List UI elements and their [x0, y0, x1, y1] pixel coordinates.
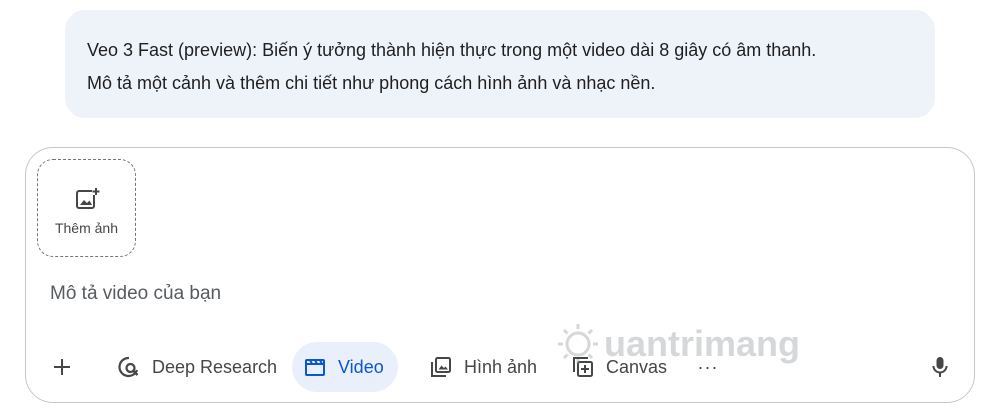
video-prompt-input[interactable] [50, 278, 930, 310]
composer-toolbar: Deep Research Video Hình ảnh Canvas ··· [26, 342, 974, 392]
add-photo-icon [75, 187, 100, 209]
deep-research-icon [118, 356, 139, 378]
more-tools-button[interactable]: ··· [688, 342, 728, 392]
add-photo-button[interactable]: Thêm ảnh [37, 159, 136, 257]
plus-icon [54, 359, 70, 375]
video-label: Video [338, 356, 384, 377]
add-photo-label: Thêm ảnh [54, 220, 119, 236]
clapperboard-icon [305, 359, 325, 376]
info-line-2: Mô tả một cảnh và thêm chi tiết như phon… [87, 73, 656, 93]
deep-research-button[interactable]: Deep Research [106, 342, 289, 392]
add-attachment-button[interactable] [42, 342, 82, 392]
microphone-button[interactable] [922, 342, 958, 392]
image-stack-icon [431, 357, 451, 377]
microphone-icon [932, 357, 948, 377]
image-tool-button[interactable]: Hình ảnh [418, 342, 549, 392]
more-label: ··· [697, 356, 719, 377]
image-label: Hình ảnh [464, 356, 538, 377]
canvas-tool-button[interactable]: Canvas [560, 342, 679, 392]
page: Veo 3 Fast (preview): Biến ý tưởng thành… [0, 0, 990, 411]
video-tool-button[interactable]: Video [292, 342, 398, 392]
canvas-label: Canvas [606, 356, 668, 377]
veo-info-bubble: Veo 3 Fast (preview): Biến ý tưởng thành… [65, 10, 935, 118]
canvas-icon [573, 357, 593, 377]
prompt-composer: Thêm ảnh Deep Research [25, 147, 975, 403]
deep-research-label: Deep Research [152, 356, 278, 377]
info-line-1: Veo 3 Fast (preview): Biến ý tưởng thành… [87, 40, 817, 60]
